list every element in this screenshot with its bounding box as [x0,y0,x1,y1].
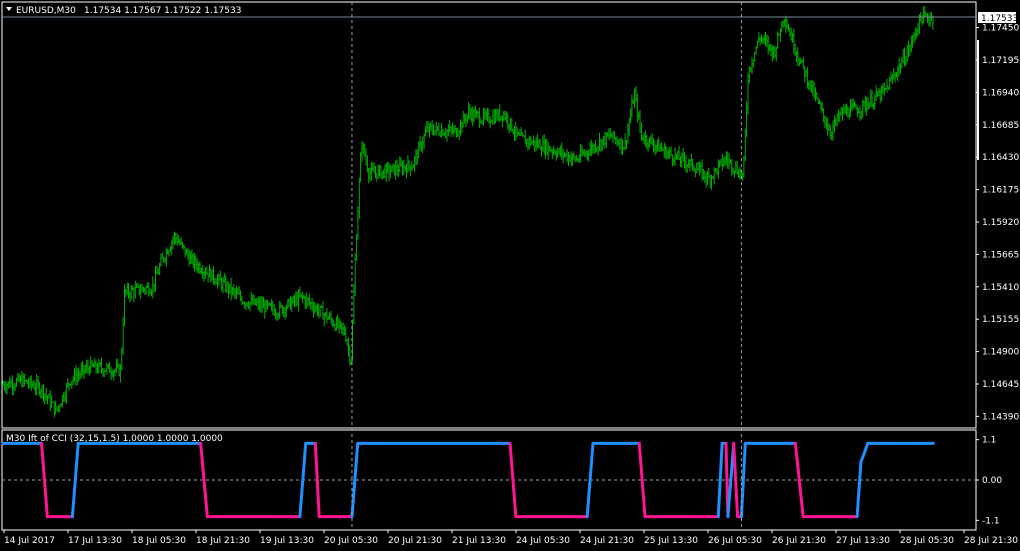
indicator-label: M30 Ift of CCI (32,15,1.5) 1.0000 1.0000… [6,434,223,444]
indicator-segment [739,441,747,519]
time-tick-label: 18 Jul 05:30 [132,536,186,546]
ohlc-bars-path [2,6,934,418]
chevron-down-icon[interactable] [6,7,12,11]
time-tick-label: 19 Jul 13:30 [260,536,314,546]
price-tick-label: 1.17450 [982,24,1019,34]
current-price-label: 1.17533 [981,14,1018,24]
indicator-segment [862,441,870,456]
indicator-pane[interactable]: 1.1 0.00 -1.1 M30 Ift of CCI (32,15,1.5) 1… [1,429,1002,531]
symbol-label: EURUSD,M30 [16,6,76,16]
time-axis: 14 Jul 2017 17 Jul 13:30 18 Jul 05:30 18 Ju… [3,530,1018,546]
time-tick-label: 17 Jul 13:30 [68,536,122,546]
indicator-segment [732,441,740,519]
indicator-segment [70,441,80,519]
time-tick-label: 14 Jul 2017 [4,536,55,546]
price-tick-label: 1.15410 [982,283,1019,293]
time-tick-label: 24 Jul 21:30 [580,536,634,546]
price-tick-label: 1.15665 [982,250,1019,260]
chart-header: EURUSD,M30 1.17534 1.17567 1.17522 1.175… [6,6,241,16]
indicator-segment [855,460,863,519]
price-tick-label: 1.15920 [982,218,1019,228]
trading-chart[interactable]: 1.17450 1.17195 1.16940 1.16685 1.16430 1.161… [0,0,1020,551]
indicator-tick-label: -1.1 [982,516,1000,526]
ohlc-readout: 1.17534 1.17567 1.17522 1.17533 [84,6,241,16]
time-tick-label: 27 Jul 13:30 [836,536,890,546]
time-tick-label: 26 Jul 05:30 [708,536,762,546]
price-bars [2,6,934,418]
price-tick-label: 1.16430 [982,153,1019,163]
time-tick-label: 24 Jul 05:30 [516,536,570,546]
time-tick-label: 20 Jul 05:30 [324,536,378,546]
indicator-axis: 1.1 0.00 -1.1 [976,436,1002,526]
price-tick-label: 1.17195 [982,56,1019,66]
time-tick-label: 21 Jul 13:30 [452,536,506,546]
time-tick-label: 20 Jul 21:30 [388,536,442,546]
period-separators [351,2,742,530]
price-axis: 1.17450 1.17195 1.16940 1.16685 1.16430 1.161… [976,24,1019,422]
price-tick-label: 1.16685 [982,121,1019,131]
price-tick-label: 1.14645 [982,380,1019,390]
price-pane-frame [1,1,977,429]
price-tick-label: 1.15155 [982,315,1019,325]
time-tick-label: 28 Jul 21:30 [964,536,1018,546]
indicator-tick-label: 1.1 [982,436,996,446]
price-pane[interactable]: 1.17450 1.17195 1.16940 1.16685 1.16430 1.161… [1,1,1019,429]
indicator-segment [716,441,724,519]
indicator-tick-label: 0.00 [982,476,1002,486]
current-price-tag: 1.17533 [978,12,1018,24]
price-tick-label: 1.14900 [982,348,1019,358]
price-tick-label: 1.16175 [982,186,1019,196]
price-tick-label: 1.14390 [982,412,1019,422]
time-tick-label: 18 Jul 21:30 [196,536,250,546]
time-tick-label: 26 Jul 21:30 [772,536,826,546]
time-tick-label: 25 Jul 13:30 [644,536,698,546]
time-tick-label: 28 Jul 05:30 [900,536,954,546]
price-tick-label: 1.16940 [982,88,1019,98]
indicator-segment [313,441,321,519]
